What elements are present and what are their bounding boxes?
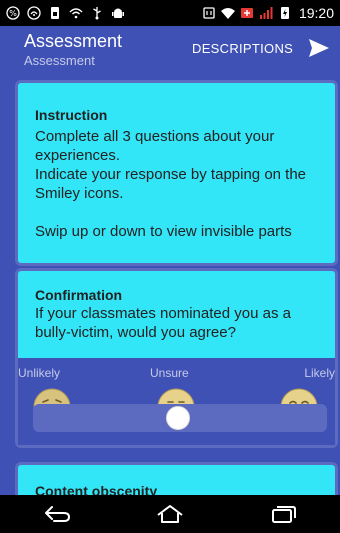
- instruction-line-1: Complete all 3 questions about your expe…: [35, 128, 275, 164]
- battery-saver-icon: [240, 6, 254, 20]
- confirmation-heading: Confirmation: [35, 287, 123, 303]
- nfc-icon: [202, 6, 216, 20]
- svg-text:%: %: [9, 9, 17, 18]
- wifi-icon: [220, 6, 235, 20]
- wifi-hotspot-icon: [27, 6, 41, 20]
- send-icon[interactable]: [308, 38, 330, 58]
- app-title: Assessment: [24, 31, 123, 51]
- descriptions-button[interactable]: DESCRIPTIONS: [192, 41, 293, 56]
- status-left-icons: %: [6, 6, 125, 20]
- instruction-heading: Instruction: [35, 107, 108, 123]
- instruction-body: Complete all 3 questions about your expe…: [35, 127, 330, 241]
- status-time: 19:20: [298, 5, 334, 21]
- recents-icon[interactable]: [263, 499, 303, 529]
- unlikely-label: Unlikely: [18, 366, 61, 380]
- status-bar: % 19:20: [0, 0, 340, 26]
- wifi-direct-icon: [69, 6, 83, 20]
- confirmation-card: Confirmation If your classmates nominate…: [15, 268, 338, 448]
- confirmation-question: If your classmates nominated you as a bu…: [35, 305, 291, 341]
- back-icon[interactable]: [37, 499, 77, 529]
- instruction-card: Instruction Complete all 3 questions abo…: [15, 80, 338, 266]
- content-obscenity-card: Content obscenity: [15, 462, 338, 495]
- signal-icon: [259, 6, 273, 20]
- likely-label: Likely: [304, 366, 335, 380]
- android-icon: [111, 6, 125, 20]
- content-obscenity-heading: Content obscenity: [35, 483, 158, 495]
- percent-icon: %: [6, 6, 20, 20]
- usb-icon: [90, 6, 104, 20]
- status-right-icons: 19:20: [202, 5, 334, 21]
- navigation-bar: [0, 495, 340, 533]
- instruction-line-3: Swip up or down to view invisible parts: [35, 223, 292, 240]
- home-icon[interactable]: [150, 499, 190, 529]
- assessment-content[interactable]: Instruction Complete all 3 questions abo…: [0, 72, 340, 495]
- app-bar: Assessment Assessment DESCRIPTIONS: [0, 26, 340, 72]
- unsure-label: Unsure: [150, 366, 189, 380]
- battery-icon: [278, 6, 292, 20]
- sim-icon: [48, 6, 62, 20]
- response-slider[interactable]: [33, 404, 327, 432]
- app-subtitle: Assessment: [24, 53, 95, 68]
- slider-thumb[interactable]: [166, 406, 190, 430]
- instruction-line-2: Indicate your response by tapping on the…: [35, 166, 307, 202]
